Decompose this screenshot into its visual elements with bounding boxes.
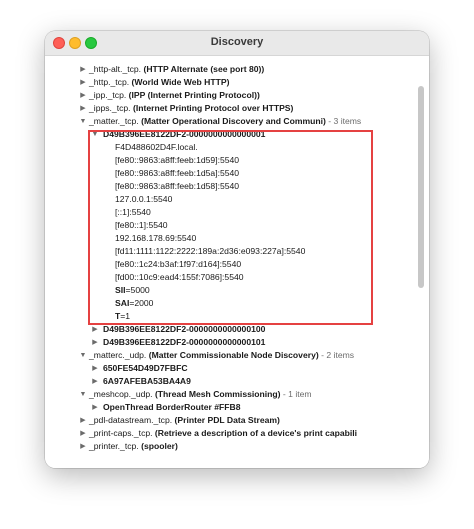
service-type-name: _http-alt._tcp.	[89, 64, 142, 74]
disclosure-triangle-icon[interactable]: ▶	[79, 440, 87, 453]
service-type-description: (Thread Mesh Commissioning)	[154, 389, 281, 399]
service-type-row[interactable]: ▼ _matter._tcp. (Matter Operational Disc…	[45, 115, 429, 128]
service-type-row[interactable]: ▶ _print-caps._tcp. (Retrieve a descript…	[45, 427, 429, 440]
window-title: Discovery	[210, 36, 264, 48]
service-type-description: (Matter Commissionable Node Discovery)	[148, 350, 319, 360]
disclosure-triangle-icon[interactable]: ▶	[79, 63, 87, 76]
service-instance-name: D49B396EE8122DF2-0000000000000101	[103, 337, 266, 347]
disclosure-triangle-expanded-icon[interactable]: ▼	[79, 388, 87, 401]
service-type-row[interactable]: ▶ _http._tcp. (World Wide Web HTTP)	[45, 76, 429, 89]
service-type-description: (Retrieve a description of a device's pr…	[154, 428, 358, 438]
service-type-row[interactable]: ▼ _matterc._udp. (Matter Commissionable …	[45, 349, 429, 362]
service-instance-row[interactable]: ▶ D49B396EE8122DF2-0000000000000101	[45, 336, 429, 349]
service-type-description: (Internet Printing Protocol over HTTPS)	[132, 103, 294, 113]
service-type-name: _http._tcp.	[89, 77, 130, 87]
disclosure-triangle-expanded-icon[interactable]: ▼	[79, 349, 87, 362]
service-instance-row[interactable]: ▶ 6A97AFEBA53BA4A9	[45, 375, 429, 388]
service-type-name: _pdl-datastream._tcp.	[89, 415, 173, 425]
disclosure-triangle-icon[interactable]: ▶	[79, 89, 87, 102]
disclosure-triangle-icon[interactable]: ▶	[79, 427, 87, 440]
service-instance-name: OpenThread BorderRouter #FFB8	[103, 402, 241, 412]
service-instance-name: 650FE54D49D7FBFC	[103, 363, 188, 373]
service-type-row[interactable]: ▼ _meshcop._udp. (Thread Mesh Commission…	[45, 388, 429, 401]
item-count: - 1 item	[282, 389, 312, 399]
service-type-name: _printer._tcp.	[89, 441, 139, 451]
highlight-annotation-box	[88, 130, 373, 325]
service-type-row[interactable]: ▶ _pdl-datastream._tcp. (Printer PDL Dat…	[45, 414, 429, 427]
disclosure-triangle-icon[interactable]: ▶	[79, 102, 87, 115]
vertical-scrollbar[interactable]	[418, 86, 424, 288]
item-count: - 3 items	[328, 116, 362, 126]
service-instance-name: 6A97AFEBA53BA4A9	[103, 376, 191, 386]
disclosure-triangle-icon[interactable]: ▶	[91, 375, 99, 388]
service-type-description: (World Wide Web HTTP)	[131, 77, 230, 87]
disclosure-triangle-expanded-icon[interactable]: ▼	[79, 115, 87, 128]
service-type-row[interactable]: ▶ _printer._tcp. (spooler)	[45, 440, 429, 453]
service-type-name: _matter._tcp.	[89, 116, 139, 126]
disclosure-triangle-icon[interactable]: ▶	[91, 336, 99, 349]
item-count: - 2 items	[321, 350, 355, 360]
service-type-row[interactable]: ▶ _http-alt._tcp. (HTTP Alternate (see p…	[45, 63, 429, 76]
disclosure-triangle-icon[interactable]: ▶	[79, 76, 87, 89]
disclosure-triangle-icon[interactable]: ▶	[91, 362, 99, 375]
service-type-row[interactable]: ▶ _ipp._tcp. (IPP (Internet Printing Pro…	[45, 89, 429, 102]
service-type-name: _ipp._tcp.	[89, 90, 127, 100]
service-type-name: _print-caps._tcp.	[89, 428, 153, 438]
service-instance-row[interactable]: ▶ OpenThread BorderRouter #FFB8	[45, 401, 429, 414]
service-type-name: _meshcop._udp.	[89, 389, 153, 399]
service-type-description: (spooler)	[141, 441, 178, 451]
service-type-description: (HTTP Alternate (see port 80))	[143, 64, 265, 74]
service-type-description: (Printer PDL Data Stream)	[174, 415, 280, 425]
service-type-description: (IPP (Internet Printing Protocol))	[128, 90, 260, 100]
title-bar: Discovery	[45, 31, 429, 56]
service-type-name: _matterc._udp.	[89, 350, 147, 360]
service-type-row[interactable]: ▶ _ipps._tcp. (Internet Printing Protoco…	[45, 102, 429, 115]
service-type-name: _ipps._tcp.	[89, 103, 131, 113]
service-instance-row[interactable]: ▶ 650FE54D49D7FBFC	[45, 362, 429, 375]
disclosure-triangle-icon[interactable]: ▶	[91, 401, 99, 414]
disclosure-triangle-icon[interactable]: ▶	[79, 414, 87, 427]
service-type-description: (Matter Operational Discovery and Commun…	[141, 116, 326, 126]
